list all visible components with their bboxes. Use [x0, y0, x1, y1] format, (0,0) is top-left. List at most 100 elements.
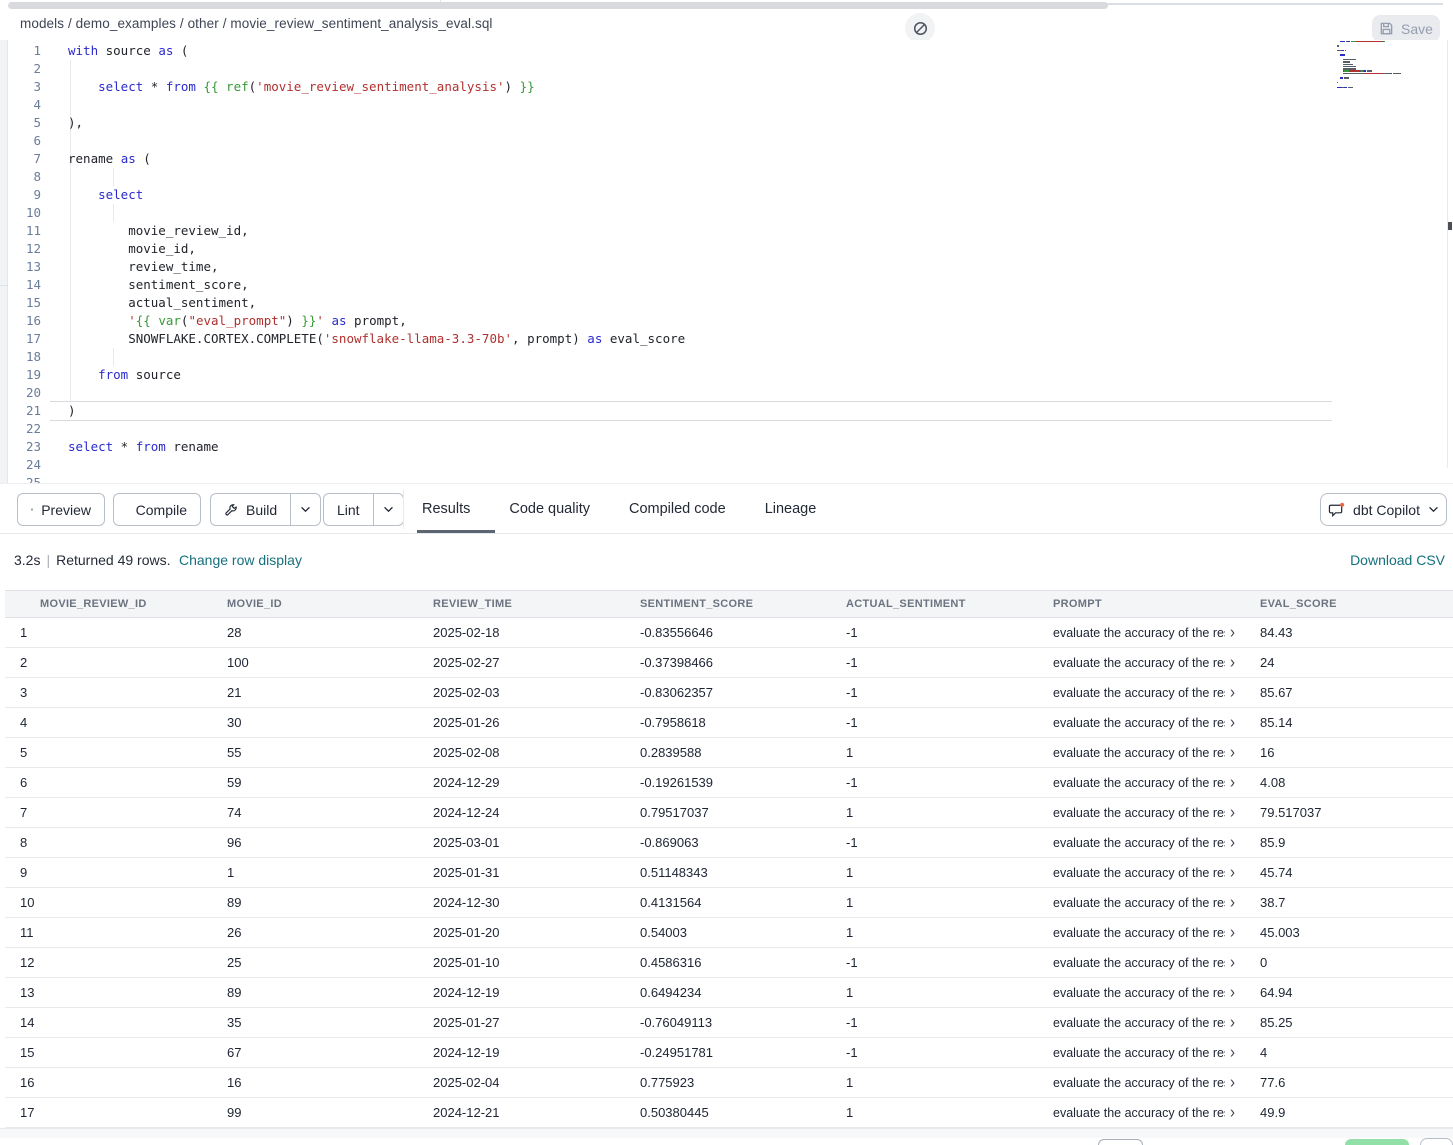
tab-results[interactable]: Results [420, 501, 472, 517]
copilot-sparkle-dot [1340, 502, 1344, 506]
prompt-cell[interactable]: evaluate the accuracy of the res…› [1045, 858, 1252, 887]
prompt-cell[interactable]: evaluate the accuracy of the res…› [1045, 888, 1252, 917]
horizontal-scroll-thumb[interactable] [8, 2, 1108, 9]
build-button[interactable]: Build [211, 494, 290, 525]
column-header-prompt[interactable]: PROMPT [1045, 591, 1252, 617]
code-line[interactable]: 9 select [0, 186, 1440, 204]
prompt-cell[interactable]: evaluate the accuracy of the res… › [1045, 1068, 1252, 1097]
cell: 2024-12-19 [425, 1038, 632, 1067]
prompt-cell[interactable]: evaluate the accuracy of the res…› [1045, 1038, 1252, 1067]
code-line[interactable]: 12 movie_id, [0, 240, 1440, 258]
code-line[interactable]: 20 [0, 384, 1440, 402]
breadcrumb[interactable]: models / demo_examples / other / movie_r… [20, 16, 493, 31]
prompt-cell[interactable]: evaluate the accuracy of the res…› [1045, 768, 1252, 797]
code-line[interactable]: 8 [0, 168, 1440, 186]
prompt-cell[interactable]: evaluate the accuracy of the res…› [1045, 678, 1252, 707]
preview-button[interactable]: Preview [17, 493, 105, 526]
prompt-cell[interactable]: evaluate the accuracy of the res…› [1045, 798, 1252, 827]
download-csv-link[interactable]: Download CSV [1350, 552, 1445, 568]
cell: 74 [219, 798, 425, 827]
code-line[interactable]: 17 SNOWFLAKE.CORTEX.COMPLETE('snowflake-… [0, 330, 1440, 348]
expand-prompt-icon[interactable]: › [1230, 1014, 1235, 1031]
prompt-cell[interactable]: evaluate the accuracy of the res…› [1045, 648, 1252, 677]
code-line[interactable]: 3 select * from {{ ref('movie_review_sen… [0, 78, 1440, 96]
cutoff-green-button[interactable] [1345, 1139, 1409, 1145]
editor-vertical-scrollbar[interactable] [1447, 40, 1453, 468]
code-line[interactable]: 18 [0, 348, 1440, 366]
column-header-eval_score[interactable]: EVAL_SCORE [1252, 591, 1453, 617]
cell: 2025-02-08 [425, 738, 632, 767]
expand-prompt-icon[interactable]: › [1230, 774, 1235, 791]
save-button[interactable]: Save [1372, 15, 1440, 42]
tab-compiled-code[interactable]: Compiled code [627, 501, 728, 517]
code-lines[interactable]: 1with source as (23 select * from {{ ref… [0, 42, 1440, 483]
code-line[interactable]: 2 [0, 60, 1440, 78]
prompt-cell[interactable]: evaluate the accuracy of the res…› [1045, 1098, 1252, 1127]
expand-prompt-icon[interactable]: › [1230, 984, 1235, 1001]
column-header-movie_review_id[interactable]: MOVIE_REVIEW_ID [5, 591, 219, 617]
model-state-chip[interactable] [905, 13, 935, 43]
expand-prompt-icon[interactable]: › [1230, 654, 1235, 671]
column-header-movie_id[interactable]: MOVIE_ID [219, 591, 425, 617]
tab-lineage[interactable]: Lineage [763, 501, 819, 517]
expand-prompt-icon[interactable]: › [1230, 1044, 1235, 1061]
code-line[interactable]: 1with source as ( [0, 42, 1440, 60]
compile-button[interactable]: Compile [113, 493, 201, 526]
expand-prompt-icon[interactable]: › [1230, 804, 1235, 821]
expand-prompt-icon[interactable]: › [1230, 684, 1235, 701]
prompt-cell[interactable]: evaluate the accuracy of the res…› [1045, 918, 1252, 947]
prompt-preview-text: evaluate the accuracy of the res… [1053, 1076, 1225, 1090]
prompt-cell[interactable]: evaluate the accuracy of the res…› [1045, 738, 1252, 767]
expand-prompt-icon[interactable]: › [1230, 834, 1235, 851]
column-header-actual_sentiment[interactable]: ACTUAL_SENTIMENT [838, 591, 1045, 617]
editor-minimap[interactable] [1337, 40, 1447, 132]
lint-button[interactable]: Lint [324, 494, 373, 525]
expand-prompt-icon[interactable]: › [1230, 864, 1235, 881]
prompt-cell[interactable]: evaluate the accuracy of the res…› [1045, 1008, 1252, 1037]
column-header-review_time[interactable]: REVIEW_TIME [425, 591, 632, 617]
change-row-display-link[interactable]: Change row display [179, 552, 302, 568]
code-line[interactable]: 23select * from rename [0, 438, 1440, 456]
code-line[interactable]: 10 [0, 204, 1440, 222]
code-line[interactable]: 6 [0, 132, 1440, 150]
prompt-cell[interactable]: evaluate the accuracy of the res…› [1045, 948, 1252, 977]
cutoff-button[interactable] [1098, 1139, 1143, 1145]
code-line[interactable]: 4 [0, 96, 1440, 114]
code-line[interactable]: 22 [0, 420, 1440, 438]
prompt-cell[interactable]: evaluate the accuracy of the res…› [1045, 708, 1252, 737]
expand-prompt-icon[interactable]: › [1230, 894, 1235, 911]
expand-prompt-icon[interactable]: › [1230, 624, 1235, 641]
expand-prompt-icon[interactable]: › [1230, 714, 1235, 731]
dbt-copilot-button[interactable]: dbt Copilot [1320, 493, 1447, 526]
code-line[interactable]: 25 [0, 474, 1440, 483]
cutoff-button[interactable] [1420, 1138, 1453, 1145]
code-line[interactable]: 19 from source [0, 366, 1440, 384]
expand-prompt-icon[interactable]: › [1230, 1074, 1235, 1091]
horizontal-scrollbar[interactable] [0, 1128, 1453, 1138]
prompt-cell[interactable]: evaluate the accuracy of the res…› [1045, 978, 1252, 1007]
code-line[interactable]: 24 [0, 456, 1440, 474]
cell: 9 [5, 858, 219, 887]
code-line[interactable]: 11 movie_review_id, [0, 222, 1440, 240]
sql-editor[interactable]: 1with source as (23 select * from {{ ref… [0, 40, 1453, 483]
code-line[interactable]: 13 review_time, [0, 258, 1440, 276]
tab-code-quality[interactable]: Code quality [507, 501, 592, 517]
prompt-cell[interactable]: evaluate the accuracy of the res…› [1045, 618, 1252, 647]
cell: 1 [5, 618, 219, 647]
code-line[interactable]: 21) [0, 402, 1440, 420]
editor-scroll-thumb[interactable] [1448, 222, 1452, 230]
code-line[interactable]: 14 sentiment_score, [0, 276, 1440, 294]
minimap-line [1337, 54, 1447, 56]
code-line[interactable]: 5), [0, 114, 1440, 132]
expand-prompt-icon[interactable]: › [1230, 744, 1235, 761]
expand-prompt-icon[interactable]: › [1230, 924, 1235, 941]
build-menu-button[interactable] [290, 494, 320, 525]
code-line[interactable]: 15 actual_sentiment, [0, 294, 1440, 312]
code-line[interactable]: 16 '{{ var("eval_prompt") }}' as prompt, [0, 312, 1440, 330]
expand-prompt-icon[interactable]: › [1230, 954, 1235, 971]
code-line[interactable]: 7rename as ( [0, 150, 1440, 168]
prompt-cell[interactable]: evaluate the accuracy of the res…› [1045, 828, 1252, 857]
expand-prompt-icon[interactable]: › [1230, 1104, 1235, 1121]
lint-menu-button[interactable] [373, 494, 403, 525]
column-header-sentiment_score[interactable]: SENTIMENT_SCORE [632, 591, 838, 617]
